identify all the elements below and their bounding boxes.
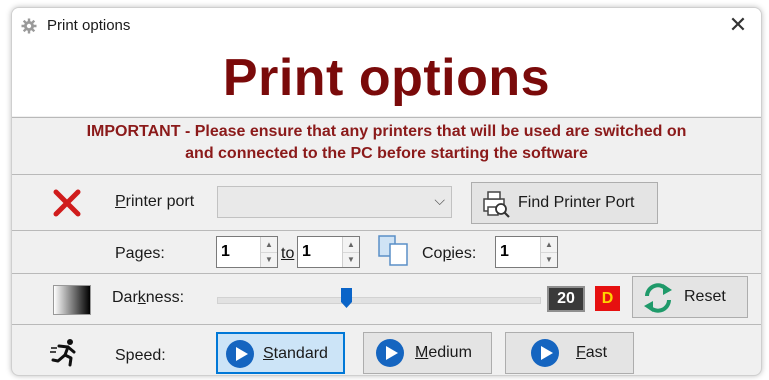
running-person-icon [50, 338, 80, 373]
window-title: Print options [47, 17, 131, 34]
page-title: Print options [222, 49, 551, 107]
spinner-up-icon[interactable]: ▲ [343, 237, 359, 253]
divider [12, 174, 761, 175]
refresh-icon [641, 281, 675, 320]
default-badge[interactable]: D [595, 286, 620, 311]
play-icon [530, 338, 560, 373]
copies-icon [377, 234, 411, 273]
spinner-up-icon[interactable]: ▲ [261, 237, 277, 253]
play-icon [375, 338, 405, 373]
divider [12, 117, 761, 118]
darkness-slider-thumb[interactable] [340, 288, 352, 308]
divider [12, 273, 761, 274]
speed-medium-label: Medium [415, 344, 472, 361]
speed-fast-label: Fast [576, 344, 608, 361]
pages-from-spinner[interactable]: 1 ▲ ▼ [216, 236, 278, 268]
heading-area: Print options [12, 44, 761, 116]
important-notice: IMPORTANT - Please ensure that any print… [12, 121, 761, 165]
gear-icon [21, 18, 37, 34]
speed-standard-button[interactable]: Standard [216, 332, 345, 374]
spinner-arrows: ▲ ▼ [260, 237, 277, 267]
spinner-arrows: ▲ ▼ [342, 237, 359, 267]
title-bar: Print options ✕ [12, 8, 761, 44]
speed-fast-button[interactable]: Fast [505, 332, 634, 374]
darkness-label: Darkness: [112, 289, 185, 306]
play-icon [225, 339, 255, 374]
darkness-slider-track[interactable] [217, 297, 541, 304]
close-icon: ✕ [728, 12, 748, 37]
find-printer-port-label: Find Printer Port [518, 194, 635, 211]
print-options-dialog: Print options ✕ Print options IMPORTANT … [11, 7, 762, 376]
reset-label: Reset [684, 288, 726, 305]
printer-port-label: Printer port [115, 193, 195, 210]
pages-label: Pages: [115, 245, 165, 262]
spinner-up-icon[interactable]: ▲ [541, 237, 557, 253]
printer-search-icon [481, 190, 511, 223]
copies-value: 1 [500, 243, 509, 260]
divider [12, 324, 761, 325]
pages-from-value: 1 [221, 243, 230, 260]
important-line-1: IMPORTANT - Please ensure that any print… [86, 123, 687, 140]
important-line-2: and connected to the PC before starting … [185, 145, 588, 162]
divider [12, 230, 761, 231]
find-printer-port-button[interactable]: Find Printer Port [471, 182, 658, 224]
darkness-value: 20 [547, 286, 585, 312]
close-button[interactable]: ✕ [715, 8, 761, 44]
speed-medium-button[interactable]: Medium [363, 332, 492, 374]
spinner-down-icon[interactable]: ▼ [343, 252, 359, 267]
reset-button[interactable]: Reset [632, 276, 748, 318]
speed-label: Speed: [115, 347, 166, 364]
copies-label: Copies: [422, 245, 477, 262]
pages-to-spinner[interactable]: 1 ▲ ▼ [297, 236, 360, 268]
darkness-gradient-icon [53, 285, 91, 315]
spinner-arrows: ▲ ▼ [540, 237, 557, 267]
x-mark-icon [52, 188, 82, 218]
printer-port-select[interactable]: ⌵ [217, 186, 452, 218]
spinner-down-icon[interactable]: ▼ [261, 252, 277, 267]
copies-spinner[interactable]: 1 ▲ ▼ [495, 236, 558, 268]
chevron-down-icon: ⌵ [434, 192, 445, 208]
speed-standard-label: Standard [263, 345, 328, 362]
pages-to-label: to [281, 245, 295, 262]
pages-to-value: 1 [302, 243, 311, 260]
spinner-down-icon[interactable]: ▼ [541, 252, 557, 267]
